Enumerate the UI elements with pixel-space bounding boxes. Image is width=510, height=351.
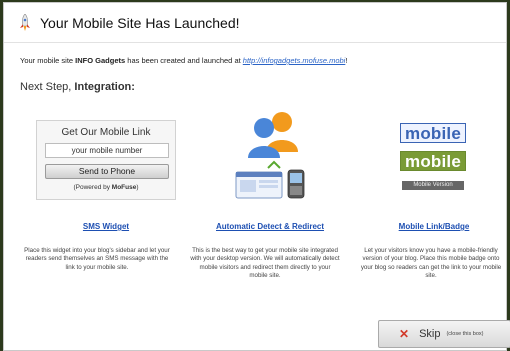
launch-description: Your mobile site INFO Gadgets has been c… [20,56,347,65]
mobile-version-badge: Mobile Version [402,181,464,190]
send-to-phone-button: Send to Phone [45,164,169,179]
mobile-number-input: your mobile number [45,143,169,158]
sms-widget-description: Place this widget into your blog's sideb… [24,247,170,271]
next-step-prefix: Next Step, [20,81,75,93]
desc-prefix: Your mobile site [20,56,76,65]
next-step-emphasis: Integration: [74,81,135,93]
auto-detect-icon[interactable] [230,110,318,200]
desc-middle: has been created and launched at [125,56,243,65]
dialog-header: Your Mobile Site Has Launched! [4,3,506,43]
close-icon: ✕ [399,327,410,341]
powered-suffix: ) [136,184,139,191]
skip-button[interactable]: ✕ Skip (close this box) [378,320,510,348]
site-name: INFO Gadgets [75,56,126,65]
powered-prefix: (Powered by [73,184,112,191]
site-url-link[interactable]: http://infogadgets.mofuse.mobi [243,56,346,65]
sms-widget-preview[interactable]: Get Our Mobile Link your mobile number S… [36,120,176,200]
mobile-badge-link[interactable]: Mobile Link/Badge [376,222,492,231]
widget-box-title: Get Our Mobile Link [61,127,151,138]
powered-by: (Powered by MoFuse) [37,184,175,191]
auto-detect-link[interactable]: Automatic Detect & Redirect [200,222,340,231]
auto-detect-description: This is the best way to get your mobile … [190,247,340,279]
launch-dialog: Your Mobile Site Has Launched! Your mobi… [3,2,510,351]
mobile-badges[interactable]: mobile mobile Mobile Version [400,123,470,193]
mobile-badge-description: Let your visitors know you have a mobile… [360,247,502,279]
rocket-icon [20,13,30,31]
skip-sublabel: (close this box) [446,331,484,337]
sms-widget-link[interactable]: SMS Widget [48,222,164,231]
next-step-heading: Next Step, Integration: [20,81,135,93]
mobile-badge-green: mobile [400,151,466,171]
powered-brand: MoFuse [111,184,137,191]
skip-label: Skip [419,328,441,340]
mobile-badge-blue: mobile [400,123,466,143]
dialog-title: Your Mobile Site Has Launched! [40,14,240,31]
desc-suffix: ! [345,56,348,65]
